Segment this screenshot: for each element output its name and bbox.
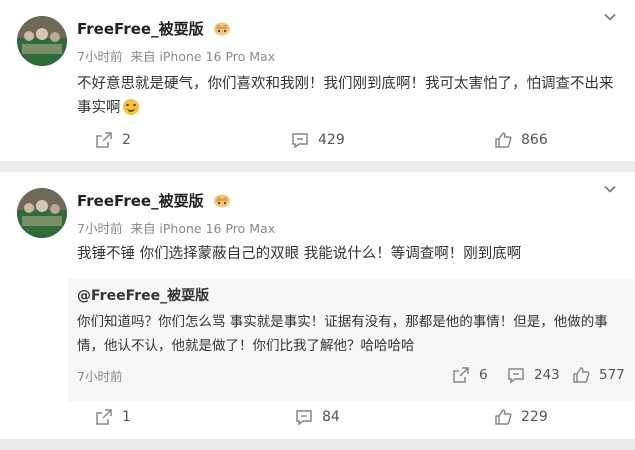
post-source: 来自 iPhone 16 Pro Max: [130, 49, 276, 64]
comment-icon: [296, 410, 312, 426]
like-count: 229: [521, 409, 548, 425]
quoted-comment-button[interactable]: 243: [507, 363, 560, 387]
quoted-post[interactable]: @FreeFree_被耍版 你们知道吗？你们怎么骂 事实就是事实！证据有没有，那…: [68, 278, 635, 402]
like-button[interactable]: 229: [494, 405, 548, 429]
quoted-repost-count: 6: [479, 367, 488, 383]
quoted-text: 你们知道吗？你们怎么骂 事实就是事实！证据有没有，那都是他的事情！但是，他做的事…: [77, 314, 608, 354]
like-button[interactable]: 866: [494, 128, 548, 152]
post-time: 7小时前: [77, 49, 123, 64]
crown-badge-icon: [213, 194, 230, 208]
quoted-like-count: 577: [599, 367, 625, 383]
comment-icon: [292, 133, 308, 149]
username-text[interactable]: FreeFree_被耍版: [77, 192, 204, 210]
comment-button[interactable]: 84: [295, 405, 340, 429]
username[interactable]: FreeFree_被耍版: [77, 190, 231, 211]
weibo-post: FreeFree_被耍版 7小时前 来自 iPhone 16 Pro Max 我…: [0, 172, 635, 439]
repost-icon: [453, 367, 469, 383]
quoted-repost-button[interactable]: 6: [452, 363, 488, 387]
chevron-down-icon[interactable]: [603, 10, 617, 24]
repost-icon: [96, 409, 112, 425]
chevron-down-icon[interactable]: [603, 182, 617, 196]
repost-icon: [96, 132, 112, 148]
post-time: 7小时前: [77, 221, 123, 236]
thumbs-up-icon: [573, 367, 590, 383]
repost-count: 1: [122, 409, 131, 425]
post-actions: 2 429 866: [0, 128, 635, 152]
comment-count: 84: [322, 409, 340, 425]
avatar[interactable]: [17, 188, 67, 238]
quoted-username[interactable]: @FreeFree_被耍版: [77, 285, 209, 305]
post-text: 不好意思就是硬气，你们喜欢和我刚！我们刚到底啊！我可太害怕了，怕调查不出来事实啊: [77, 76, 614, 116]
avatar[interactable]: [17, 16, 67, 66]
post-text: 我锤不锤 你们选择蒙蔽自己的双眼 我能说什么！等调查啊！刚到底啊: [77, 246, 522, 262]
post-source: 来自 iPhone 16 Pro Max: [130, 221, 276, 236]
post-content: 我锤不锤 你们选择蒙蔽自己的双眼 我能说什么！等调查啊！刚到底啊: [77, 242, 617, 266]
comment-button[interactable]: 429: [291, 128, 345, 152]
divider: [0, 439, 635, 450]
thumbs-up-icon: [495, 409, 512, 425]
quoted-like-button[interactable]: 577: [572, 363, 625, 387]
post-content: 不好意思就是硬气，你们喜欢和我刚！我们刚到底啊！我可太害怕了，怕调查不出来事实啊: [77, 72, 617, 120]
post-actions: 1 84 229: [0, 405, 635, 429]
quoted-comment-count: 243: [534, 367, 560, 383]
quoted-time: 7小时前: [77, 369, 123, 384]
comment-icon: [508, 368, 524, 384]
username[interactable]: FreeFree_被耍版: [77, 18, 231, 39]
repost-count: 2: [122, 132, 131, 148]
post-meta: 7小时前 来自 iPhone 16 Pro Max: [77, 46, 275, 65]
repost-button[interactable]: 2: [95, 128, 131, 152]
repost-button[interactable]: 1: [95, 405, 131, 429]
comment-count: 429: [318, 132, 345, 148]
divider: [0, 161, 635, 172]
crown-badge-icon: [213, 22, 230, 36]
post-meta: 7小时前 来自 iPhone 16 Pro Max: [77, 218, 275, 237]
weibo-post: FreeFree_被耍版 7小时前 来自 iPhone 16 Pro Max 不…: [0, 0, 635, 161]
like-count: 866: [521, 132, 548, 148]
username-text[interactable]: FreeFree_被耍版: [77, 20, 204, 38]
emoji-icon: [122, 99, 139, 115]
thumbs-up-icon: [495, 132, 512, 148]
